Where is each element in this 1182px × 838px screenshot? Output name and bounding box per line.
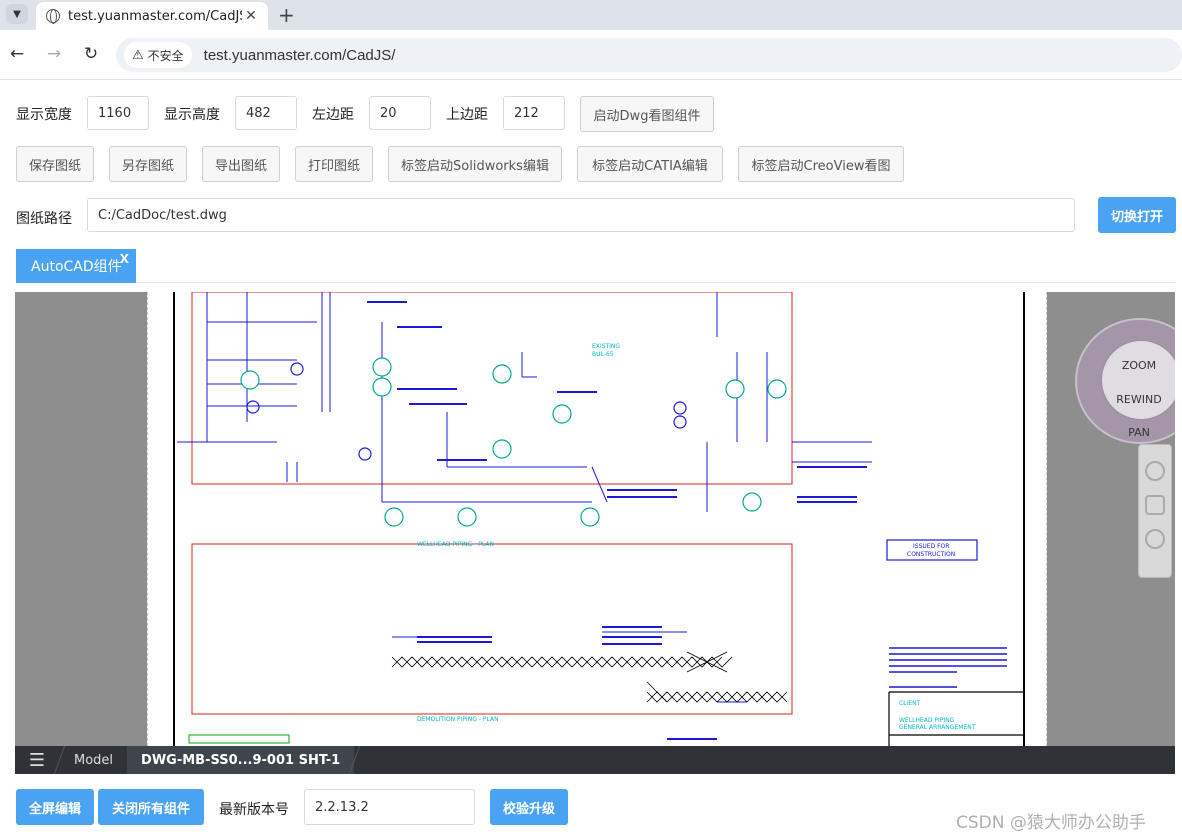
switch-open-button[interactable]: 切换打开 xyxy=(1098,197,1176,233)
fullscreen-edit-button[interactable]: 全屏编辑 xyxy=(16,789,94,825)
close-component-icon[interactable]: X xyxy=(120,252,129,266)
forward-arrow-icon[interactable]: → xyxy=(43,43,65,65)
zoom-extents-icon[interactable] xyxy=(1145,529,1165,549)
top-margin-input[interactable]: 212 xyxy=(503,96,565,130)
watermark: CSDN @猿大师办公助手 xyxy=(956,813,1146,833)
save-drawing-button[interactable]: 保存图纸 xyxy=(16,146,94,182)
rewind-control[interactable]: REWIND xyxy=(1099,393,1175,406)
save-as-button[interactable]: 另存图纸 xyxy=(109,146,187,182)
autocad-component-tab[interactable]: AutoCAD组件 X xyxy=(16,249,136,283)
tab-divider xyxy=(136,282,1176,283)
browser-tab-bar: ▼ test.yuanmaster.com/CadJS/ ✕ + xyxy=(0,0,1182,30)
close-tab-icon[interactable]: ✕ xyxy=(242,8,260,24)
back-arrow-icon[interactable]: ← xyxy=(6,43,28,65)
new-tab-icon[interactable]: + xyxy=(278,3,295,27)
creoview-button[interactable]: 标签启动CreoView看图 xyxy=(738,146,904,182)
version-label: 最新版本号 xyxy=(219,802,289,818)
address-bar-row: ← → ↻ ⚠ 不安全 test.yuanmaster.com/CadJS/ xyxy=(0,30,1182,80)
export-drawing-button[interactable]: 导出图纸 xyxy=(202,146,280,182)
pan-control[interactable]: PAN xyxy=(1099,426,1175,439)
width-input[interactable]: 1160 xyxy=(87,96,149,130)
url-text[interactable]: test.yuanmaster.com/CadJS/ xyxy=(204,47,396,64)
top-margin-label: 上边距 xyxy=(446,107,488,123)
pan-hand-icon[interactable] xyxy=(1145,495,1165,515)
catia-edit-button[interactable]: 标签启动CATIA编辑 xyxy=(577,146,723,182)
height-label: 显示高度 xyxy=(164,107,220,123)
layout-tab-bar: ☰ Model DWG-MB-SS0...9-001 SHT-1 xyxy=(15,746,1175,774)
path-input[interactable]: C:/CadDoc/test.dwg xyxy=(87,198,1075,232)
sheet-border xyxy=(147,292,1047,746)
tab-title: test.yuanmaster.com/CadJS/ xyxy=(68,8,242,24)
launch-dwg-button[interactable]: 启动Dwg看图组件 xyxy=(580,96,714,132)
wheel-center xyxy=(1101,340,1175,420)
close-all-components-button[interactable]: 关闭所有组件 xyxy=(98,789,204,825)
cad-viewer[interactable]: EXISTING BUL-65 WELLHEAD PIPING - PLAN D… xyxy=(15,292,1175,774)
left-margin-input[interactable]: 20 xyxy=(369,96,431,130)
version-input[interactable]: 2.2.13.2 xyxy=(304,789,475,825)
print-drawing-button[interactable]: 打印图纸 xyxy=(295,146,373,182)
tab-search-chevron-icon[interactable]: ▼ xyxy=(6,4,28,24)
zoom-control[interactable]: ZOOM xyxy=(1099,359,1175,372)
path-label: 图纸路径 xyxy=(16,211,72,227)
height-input[interactable]: 482 xyxy=(235,96,297,130)
solidworks-edit-button[interactable]: 标签启动Solidworks编辑 xyxy=(388,146,562,182)
reload-icon[interactable]: ↻ xyxy=(80,43,102,65)
navigation-bar[interactable] xyxy=(1138,444,1172,578)
model-tab[interactable]: Model xyxy=(60,746,127,774)
full-navigation-wheel-icon[interactable] xyxy=(1145,461,1165,481)
warning-triangle-icon: ⚠ xyxy=(132,47,144,63)
hamburger-menu-icon[interactable]: ☰ xyxy=(15,750,59,771)
security-chip[interactable]: ⚠ 不安全 xyxy=(124,42,192,68)
check-upgrade-button[interactable]: 校验升级 xyxy=(490,789,568,825)
browser-tab[interactable]: test.yuanmaster.com/CadJS/ ✕ xyxy=(36,2,268,30)
globe-icon xyxy=(46,9,60,24)
component-tab-label: AutoCAD组件 xyxy=(31,259,122,275)
url-bar[interactable]: ⚠ 不安全 test.yuanmaster.com/CadJS/ xyxy=(116,38,1182,72)
layout-tab-active[interactable]: DWG-MB-SS0...9-001 SHT-1 xyxy=(127,746,355,774)
width-label: 显示宽度 xyxy=(16,107,72,123)
left-margin-label: 左边距 xyxy=(312,107,354,123)
security-label: 不安全 xyxy=(147,48,184,63)
